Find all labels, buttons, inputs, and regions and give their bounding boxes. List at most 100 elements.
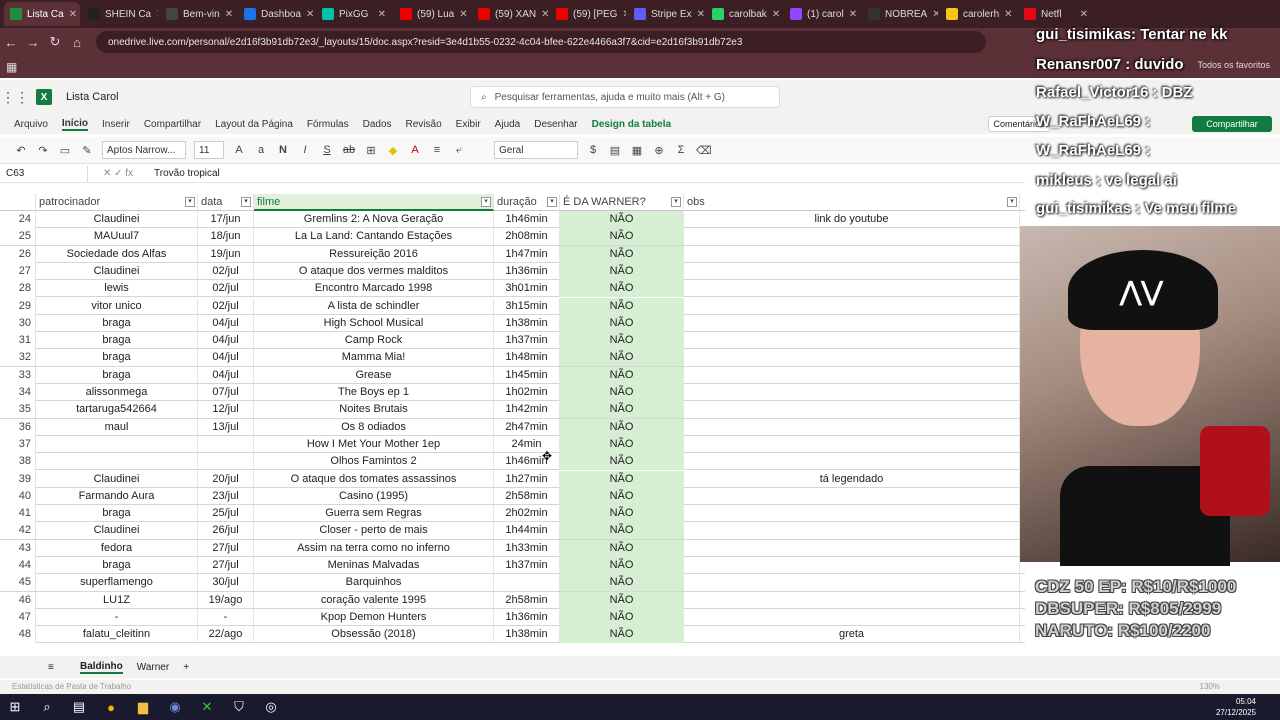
cell-c5[interactable]: NÃO (560, 505, 684, 523)
table-row[interactable]: 24 Claudinei 17/jun Gremlins 2: A Nova Gera… (0, 211, 1025, 229)
menu-tab[interactable]: Fórmulas (307, 119, 349, 130)
cell-c3[interactable]: How I Met Your Mother 1ep (254, 435, 494, 453)
cell-c4[interactable]: 2h47min (494, 418, 560, 436)
cell-c2[interactable]: 19/ago (198, 591, 254, 609)
cell-c6[interactable]: tá legendado (684, 470, 1020, 488)
shield-icon[interactable]: ⛉ (228, 696, 250, 718)
cell-c2[interactable]: 26/jul (198, 522, 254, 540)
cell-c5[interactable]: NÃO (560, 626, 684, 644)
cell-c3[interactable]: O ataque dos tomates assassinos (254, 470, 494, 488)
close-tab-icon[interactable]: ✕ (69, 9, 77, 20)
cell-c5[interactable]: NÃO (560, 314, 684, 332)
table-row[interactable]: 43 fedora 27/jul Assim na terra como no inf… (0, 539, 1025, 557)
font-color-icon[interactable]: A (408, 144, 422, 156)
cell-c3[interactable]: Barquinhos (254, 574, 494, 592)
cell-c3[interactable]: Olhos Famintos 2 (254, 453, 494, 471)
currency-icon[interactable]: $ (586, 144, 600, 156)
cell-c2[interactable]: 30/jul (198, 574, 254, 592)
filter-dropdown-icon[interactable]: ▾ (241, 197, 251, 207)
filter-dropdown-icon[interactable]: ▾ (481, 197, 491, 207)
reload-icon[interactable]: ↻ (44, 34, 66, 50)
cell-c1[interactable]: braga (36, 366, 198, 384)
cell-c3[interactable]: Os 8 odiados (254, 418, 494, 436)
close-tab-icon[interactable]: ✕ (1080, 9, 1088, 20)
header-patrocinador[interactable]: patrocinador ▾ (36, 194, 198, 211)
filter-dropdown-icon[interactable]: ▾ (1007, 197, 1017, 207)
browser-tab[interactable]: carolerh ✕ (940, 2, 1016, 26)
cell-c1[interactable]: Claudinei (36, 262, 198, 280)
cell-c3[interactable]: Gremlins 2: A Nova Geração (254, 211, 494, 228)
sheet-tab[interactable]: Warner (137, 662, 169, 673)
cell-c5[interactable]: NÃO (560, 539, 684, 557)
table-row[interactable]: 30 braga 04/jul High School Musical 1h38min N… (0, 314, 1025, 333)
cell-c3[interactable]: Assim na terra como no inferno (254, 539, 494, 557)
cell-c2[interactable]: 13/jul (198, 418, 254, 436)
cell-c4[interactable]: 1h47min (494, 245, 560, 263)
cell-c6[interactable] (684, 453, 1020, 471)
cell-c3[interactable]: Mamma Mia! (254, 349, 494, 367)
cell-c5[interactable]: NÃO (560, 297, 684, 315)
insert-icon[interactable]: ⊕ (652, 144, 666, 157)
row-number[interactable]: 27 (0, 262, 36, 280)
cell-c1[interactable]: superflamengo (36, 574, 198, 592)
cell-c6[interactable] (684, 401, 1020, 419)
filter-dropdown-icon[interactable]: ▾ (547, 197, 557, 207)
cell-c2[interactable]: 27/jul (198, 539, 254, 557)
cell-c6[interactable] (684, 297, 1020, 315)
cell-c3[interactable]: Meninas Malvadas (254, 557, 494, 574)
menu-tab[interactable]: Arquivo (14, 119, 48, 130)
browser-tab[interactable]: PixGG ✕ (316, 2, 392, 26)
cell-c5[interactable]: NÃO (560, 245, 684, 263)
cell-c3[interactable]: Camp Rock (254, 332, 494, 350)
cell-c6[interactable] (684, 332, 1020, 350)
cell-c1[interactable]: braga (36, 349, 198, 367)
row-number[interactable]: 43 (0, 539, 36, 557)
cell-c1[interactable]: Sociedade dos Alfas (36, 245, 198, 263)
cell-c6[interactable] (684, 574, 1020, 592)
cell-c6[interactable] (684, 435, 1020, 453)
cell-c6[interactable] (684, 505, 1020, 523)
cell-c2[interactable]: 04/jul (198, 366, 254, 384)
cell-c5[interactable]: NÃO (560, 608, 684, 626)
cell-c1[interactable]: falatu_cleitinn (36, 626, 198, 644)
table-row[interactable]: 46 LU1Z 19/ago coração valente 1995 2h58min N… (0, 591, 1025, 609)
menu-tab[interactable]: Exibir (456, 119, 481, 130)
cell-c2[interactable]: 18/jun (198, 228, 254, 246)
start-icon[interactable]: ⊞ (4, 696, 26, 718)
table-row[interactable]: 27 Claudinei 02/jul O ataque dos vermes mal… (0, 262, 1025, 281)
conditional-format-icon[interactable]: ▤ (608, 144, 622, 157)
apps-grid-icon[interactable]: ▦ (6, 60, 17, 74)
menu-tab[interactable]: Dados (363, 119, 392, 130)
cell-c5[interactable]: NÃO (560, 349, 684, 367)
align-icon[interactable]: ≡ (430, 144, 444, 156)
cell-c3[interactable]: Ressureição 2016 (254, 245, 494, 263)
cell-c4[interactable]: 1h37min (494, 557, 560, 574)
row-number[interactable]: 48 (0, 626, 36, 644)
table-row[interactable]: 32 braga 04/jul Mamma Mia! 1h48min NÃO (0, 349, 1025, 367)
cell-c5[interactable]: NÃO (560, 280, 684, 298)
format-painter-icon[interactable]: ✎ (80, 144, 94, 157)
cell-c4[interactable]: 1h44min (494, 522, 560, 540)
cell-c3[interactable]: Kpop Demon Hunters (254, 608, 494, 626)
cell-c6[interactable] (684, 349, 1020, 367)
table-row[interactable]: 33 braga 04/jul Grease 1h45min NÃO (0, 366, 1025, 384)
grow-font-icon[interactable]: A (232, 144, 246, 156)
cell-c1[interactable]: Claudinei (36, 211, 198, 228)
cell-c3[interactable]: Guerra sem Regras (254, 505, 494, 523)
header-obs[interactable]: obs ▾ (684, 194, 1020, 211)
row-number[interactable]: 25 (0, 228, 36, 246)
close-tab-icon[interactable]: ✕ (459, 9, 467, 20)
cell-c6[interactable] (684, 280, 1020, 298)
discord-icon[interactable]: ◉ (164, 696, 186, 718)
cell-c4[interactable]: 1h38min (494, 626, 560, 644)
back-icon[interactable]: ← (0, 35, 22, 50)
close-tab-icon[interactable]: ✕ (306, 9, 314, 20)
browser-tab[interactable]: carolbak ✕ (706, 2, 782, 26)
cell-c2[interactable]: 19/jun (198, 245, 254, 263)
cell-c2[interactable] (198, 453, 254, 471)
cell-c6[interactable] (684, 608, 1020, 626)
strikethrough-icon[interactable]: ab (342, 144, 356, 156)
cell-c6[interactable] (684, 245, 1020, 263)
cell-c6[interactable] (684, 418, 1020, 436)
table-row[interactable]: 41 braga 25/jul Guerra sem Regras 2h02min NÃO (0, 505, 1025, 523)
